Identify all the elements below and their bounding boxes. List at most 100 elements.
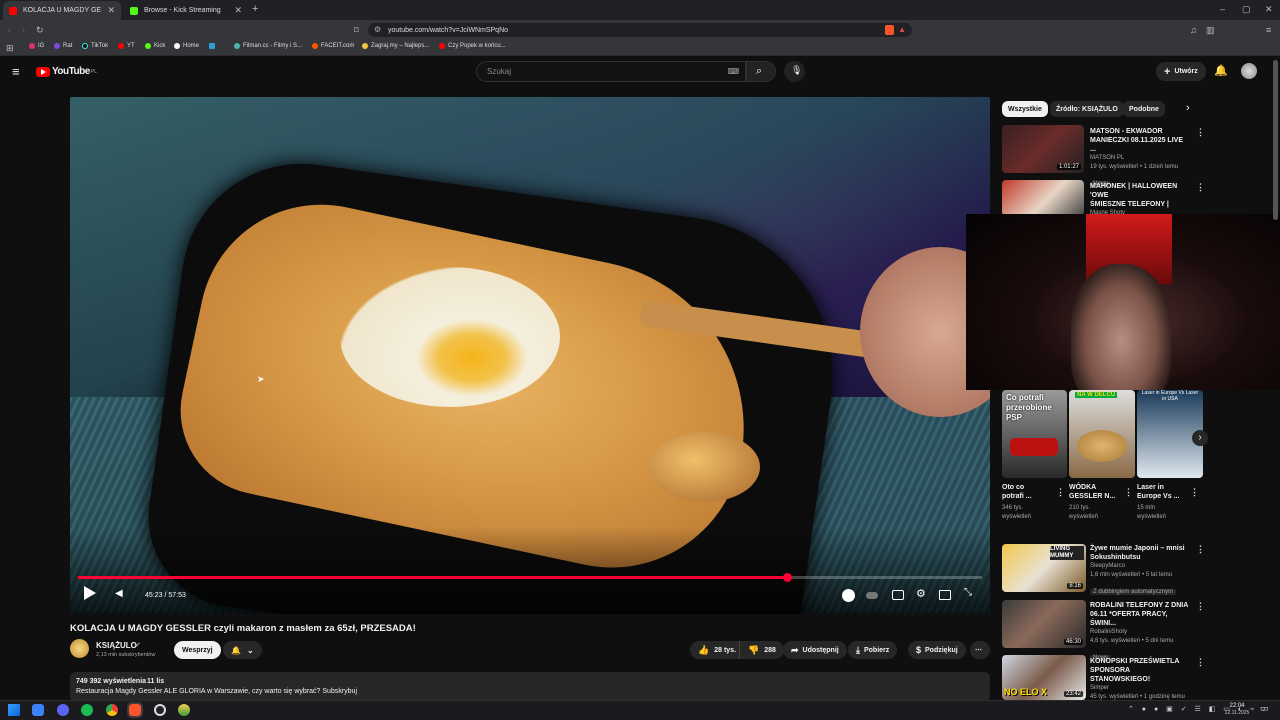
close-tab-icon[interactable]: ✕ [234, 6, 242, 15]
forward-icon[interactable]: › [22, 25, 25, 35]
rec-more-icon[interactable]: ⋮ [1196, 182, 1205, 193]
chips-next-icon[interactable]: › [1186, 102, 1190, 114]
notifications-bell-icon[interactable]: 🔔 [1214, 64, 1228, 77]
chip-source[interactable]: Źródło: KSIĄŻULO [1050, 101, 1124, 117]
rec-thumbnail[interactable] [1002, 180, 1084, 216]
bookmark-blue[interactable] [209, 43, 218, 49]
autoplay-switch[interactable] [866, 592, 878, 599]
bookmark-home[interactable]: Home [174, 43, 199, 49]
rec-thumbnail[interactable]: 1:01:27 [1002, 125, 1084, 173]
minimize-icon[interactable]: – [1220, 4, 1225, 14]
rec-info[interactable]: ROBALINI TELEFONY Z DNIA 06.11 *OFERTA P… [1090, 601, 1190, 664]
miniplayer-icon[interactable] [939, 590, 951, 600]
create-button[interactable]: + Utwórz [1156, 62, 1206, 81]
search-input[interactable]: Szukaj ⌨ [476, 61, 746, 82]
short-more-icon[interactable]: ⋮ [1190, 487, 1199, 498]
bookmark-kick[interactable]: Kick [145, 43, 165, 49]
channel-avatar[interactable] [70, 639, 89, 658]
thanks-button[interactable]: $ Podziękuj [908, 641, 966, 659]
subscribed-bell-button[interactable]: 🔔 ⌄ [223, 641, 262, 659]
bookmark-filman[interactable]: Filman.cc - Filmy i S... [234, 43, 302, 49]
more-actions-button[interactable]: ⋯ [970, 641, 990, 659]
share-button[interactable]: ➦ Udostępnij [783, 641, 847, 659]
keyboard-icon[interactable]: ⌨ [727, 67, 739, 76]
settings-gear-icon[interactable]: ⚙ [916, 587, 926, 600]
brave-shield-icon[interactable] [885, 25, 894, 35]
download-button[interactable]: ⤓ Pobierz [848, 641, 898, 659]
rec-thumbnail[interactable]: 46:30 [1002, 600, 1086, 648]
maximize-icon[interactable]: ▢ [1242, 4, 1251, 14]
bookmark-popek[interactable]: Czy Popek w końcu... [439, 43, 506, 49]
bookmark-page-icon[interactable]: ⌑ [354, 25, 359, 35]
tab-youtube[interactable]: KOLACJA U MAGDY GESSLER ✕ [3, 1, 121, 20]
chip-similar[interactable]: Podobne [1123, 101, 1165, 117]
autoplay-toggle-icon[interactable] [842, 589, 855, 602]
progress-bar[interactable] [78, 573, 982, 582]
search-button[interactable]: ⌕ [746, 61, 776, 82]
youtube-logo[interactable]: YouTube PL [36, 66, 97, 77]
discord-icon[interactable] [57, 704, 69, 716]
rec-info[interactable]: MAHONEK | HALLOWEEN 'OWE ŚMIESZNE TELEFO… [1090, 182, 1190, 218]
short-more-icon[interactable]: ⋮ [1056, 487, 1065, 498]
site-info-icon[interactable]: ⚙ [374, 25, 381, 34]
video-player[interactable]: ◀ 45:23 / 57:53 ⚙ ⤡ [70, 97, 990, 614]
dislike-button[interactable]: 👎 288 [739, 641, 784, 659]
rec-info[interactable]: MATSON - EKWADOR MANIECZKI 08.11.2025 LI… [1090, 127, 1190, 190]
close-window-icon[interactable]: ✕ [1265, 4, 1273, 14]
chrome-icon[interactable] [106, 704, 118, 716]
rec-info[interactable]: Żywe mumie Japonii – mnisi Sokushinbutsu… [1090, 544, 1190, 598]
page-scrollbar[interactable] [1273, 60, 1278, 220]
rec-more-icon[interactable]: ⋮ [1196, 601, 1205, 612]
rec-more-icon[interactable]: ⋮ [1196, 544, 1205, 555]
menu-icon[interactable]: ≡ [1266, 25, 1271, 35]
rec-thumbnail[interactable]: NO ELO X 23:42 [1002, 655, 1086, 700]
bookmark-yt[interactable]: YT [118, 43, 135, 49]
fullscreen-exit-icon[interactable]: ⤡ [964, 587, 972, 598]
spotify-icon[interactable] [81, 704, 93, 716]
address-bar[interactable]: ⚙ youtube.com/watch?v=JciWNmSPqNo ▲ [368, 23, 912, 37]
notifications-icon[interactable]: ▭ [1260, 703, 1269, 714]
bookmark-faceit[interactable]: FACEIT.com [312, 43, 354, 49]
close-tab-icon[interactable]: ✕ [107, 6, 115, 15]
app-icon[interactable] [178, 704, 190, 716]
bookmark-zagraj[interactable]: Zagraj.my – Najleps... [362, 43, 429, 49]
progress-scrubber[interactable] [782, 573, 792, 582]
play-icon[interactable] [82, 586, 97, 601]
support-button[interactable]: Wesprzyj [174, 641, 221, 659]
tab-kick[interactable]: Browse - Kick Streaming ✕ [124, 1, 248, 20]
back-icon[interactable]: ‹ [8, 25, 11, 35]
bookmark-ig[interactable]: IG [29, 43, 44, 49]
rec-more-icon[interactable]: ⋮ [1196, 657, 1205, 668]
short-info[interactable]: Laser in Europe Vs ... 15 mln wyświetleń [1137, 483, 1197, 522]
file-explorer-icon[interactable] [32, 704, 44, 716]
chip-all[interactable]: Wszystkie [1002, 101, 1048, 117]
short-more-icon[interactable]: ⋮ [1124, 487, 1133, 498]
clock[interactable]: 22:04 12.11.2025 [1220, 702, 1254, 717]
short-thumbnail[interactable]: Co potrafi przerobione PSP [1002, 390, 1067, 478]
short-info[interactable]: Oto co potrafi ... 346 tys. wyświetleń [1002, 483, 1062, 522]
reload-icon[interactable]: ↻ [36, 25, 44, 35]
brave-rewards-icon[interactable]: ▲ [898, 25, 906, 34]
like-button[interactable]: 👍 28 tys. [690, 641, 745, 659]
subtitles-icon[interactable] [892, 590, 904, 600]
apps-icon[interactable]: ⊞ [6, 43, 14, 53]
rec-thumbnail[interactable]: LIVING MUMMY 8:16 [1002, 544, 1086, 592]
description-box[interactable]: 749 392 wyświetlenia 11 lis Restauracja … [70, 672, 990, 702]
new-tab-icon[interactable]: + [252, 4, 258, 15]
channel-name[interactable]: KSIĄŻULO [96, 641, 137, 650]
avatar[interactable] [1241, 63, 1257, 79]
rec-info[interactable]: KONOPSKI PRZEŚWIETLA SPONSORA STANOWSKIE… [1090, 657, 1190, 702]
short-thumbnail[interactable]: NA W DELCU [1069, 390, 1135, 478]
bookmark-tiktok[interactable]: TikTok [82, 43, 108, 49]
voice-search-button[interactable]: 🎙 [784, 61, 805, 82]
brave-icon[interactable] [127, 702, 143, 718]
rec-more-icon[interactable]: ⋮ [1196, 127, 1205, 138]
hamburger-menu-icon[interactable]: ≡ [12, 64, 20, 79]
bookmark-rat[interactable]: Rat [54, 43, 72, 49]
sidebar-icon[interactable]: ▥ [1206, 25, 1215, 35]
short-info[interactable]: WÓDKA GESSLER N... 210 tys. wyświetleń [1069, 483, 1129, 522]
obs-icon[interactable] [154, 704, 166, 716]
volume-icon[interactable]: ◀ [115, 588, 123, 599]
start-menu-icon[interactable] [8, 704, 20, 716]
shorts-next-button[interactable]: › [1192, 430, 1208, 446]
